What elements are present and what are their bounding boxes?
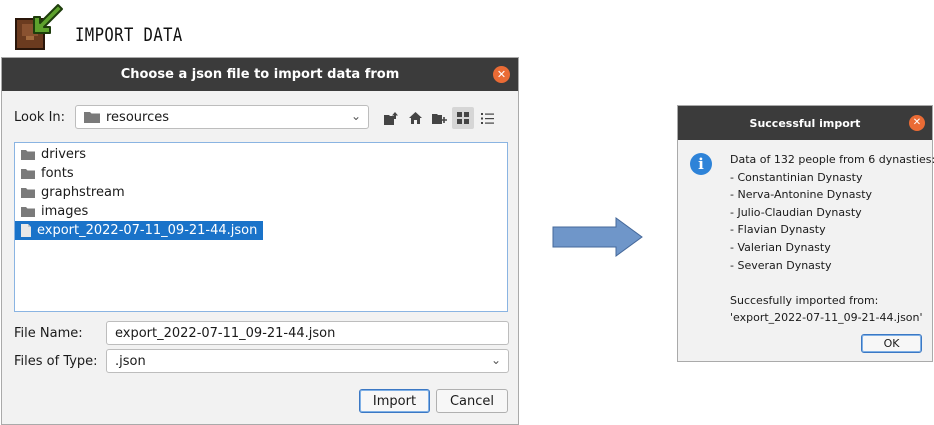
up-folder-button[interactable] xyxy=(380,107,402,129)
right-arrow-icon xyxy=(552,217,643,257)
message-line: Data of 132 people from 6 dynasties: xyxy=(730,153,934,166)
look-in-label: Look In: xyxy=(14,110,66,125)
up-folder-icon xyxy=(384,111,398,125)
close-icon: ✕ xyxy=(912,117,922,128)
list-item-label: fonts xyxy=(41,166,74,181)
folder-icon xyxy=(84,112,100,123)
files-of-type-value: .json xyxy=(115,353,146,369)
chevron-down-icon: ⌄ xyxy=(350,109,361,123)
list-item-label: images xyxy=(41,204,89,219)
list-view-button[interactable] xyxy=(452,107,474,129)
look-in-combo[interactable]: resources ⌄ xyxy=(75,105,369,129)
folder-icon xyxy=(21,149,35,160)
folder-icon xyxy=(21,187,35,198)
info-icon: i xyxy=(690,153,712,175)
details-view-icon xyxy=(480,112,494,124)
files-of-type-label: Files of Type: xyxy=(14,354,98,369)
dialog-title: Choose a json file to import data from xyxy=(120,67,400,82)
import-button[interactable]: Import xyxy=(359,389,430,413)
message-line: - Valerian Dynasty xyxy=(730,240,831,254)
close-button[interactable]: ✕ xyxy=(909,115,925,131)
close-button[interactable]: ✕ xyxy=(493,66,510,83)
message-line xyxy=(730,274,934,292)
file-chooser-dialog: Choose a json file to import data from ✕… xyxy=(1,57,519,425)
list-item[interactable]: fonts xyxy=(15,164,80,183)
message-line: - Julio-Claudian Dynasty xyxy=(730,205,862,219)
ok-button[interactable]: OK xyxy=(861,334,922,353)
file-list[interactable]: drivers fonts graphstream images export_… xyxy=(14,142,508,312)
message-line: Succesfully imported from: xyxy=(730,293,879,307)
details-view-button[interactable] xyxy=(476,107,498,129)
chooser-toolbar xyxy=(380,107,498,131)
message-line: - Constantinian Dynasty xyxy=(730,170,863,184)
cancel-button[interactable]: Cancel xyxy=(436,389,508,413)
list-item[interactable]: drivers xyxy=(15,145,92,164)
file-icon xyxy=(21,224,31,237)
chevron-down-icon: ⌄ xyxy=(490,353,501,367)
list-item[interactable]: images xyxy=(15,202,94,221)
close-icon: ✕ xyxy=(496,68,507,81)
page-header: IMPORT DATA xyxy=(14,2,274,52)
list-item-label: graphstream xyxy=(41,185,125,200)
home-button[interactable] xyxy=(404,107,426,129)
new-folder-icon xyxy=(431,114,447,124)
message-line: - Severan Dynasty xyxy=(730,258,832,272)
folder-icon xyxy=(21,168,35,179)
new-folder-button[interactable] xyxy=(428,107,450,129)
message-line: - Flavian Dynasty xyxy=(730,223,826,237)
import-arrow-box-icon xyxy=(15,4,63,50)
message-line: 'export_2022-07-11_09-21-44.json' xyxy=(730,311,923,325)
file-name-field[interactable]: export_2022-07-11_09-21-44.json xyxy=(106,321,509,345)
success-message: Data of 132 people from 6 dynasties: - Co… xyxy=(730,151,934,327)
file-name-label: File Name: xyxy=(14,326,83,341)
home-icon xyxy=(408,112,422,124)
dialog-titlebar[interactable]: Choose a json file to import data from ✕ xyxy=(2,58,518,91)
list-item[interactable]: graphstream xyxy=(15,183,131,202)
files-of-type-combo[interactable]: .json ⌄ xyxy=(106,349,509,373)
success-title: Successful import xyxy=(749,116,861,130)
look-in-value: resources xyxy=(106,109,170,125)
page-title: IMPORT DATA xyxy=(75,24,183,46)
success-titlebar[interactable]: Successful import ✕ xyxy=(678,106,932,140)
success-dialog: Successful import ✕ i Data of 132 people… xyxy=(677,105,934,362)
folder-icon xyxy=(21,206,35,217)
list-item-label: drivers xyxy=(41,147,87,162)
list-item-selected[interactable]: export_2022-07-11_09-21-44.json xyxy=(15,221,264,240)
message-line: - Nerva-Antonine Dynasty xyxy=(730,188,873,202)
list-item-label: export_2022-07-11_09-21-44.json xyxy=(37,223,258,238)
list-view-icon xyxy=(457,112,469,124)
